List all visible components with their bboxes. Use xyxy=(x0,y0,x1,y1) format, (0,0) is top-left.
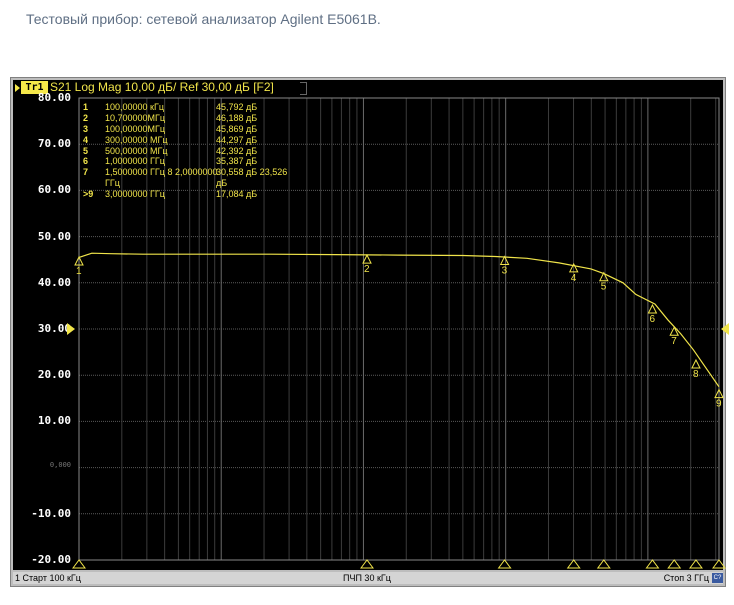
marker-label: 7 xyxy=(671,336,677,347)
marker-label: 2 xyxy=(364,264,370,275)
y-axis-label: -20.00 xyxy=(31,553,71,566)
marker-triangle xyxy=(691,358,701,369)
marker-number: 3 xyxy=(83,123,89,134)
marker-x-indicator xyxy=(72,559,86,569)
marker-x-indicator xyxy=(360,559,374,569)
marker-number: 6 xyxy=(83,156,89,167)
marker-x-indicator xyxy=(497,559,512,569)
marker-value: 44,297 дБ xyxy=(216,134,258,145)
marker-label: 3 xyxy=(502,266,508,277)
marker-frequency: 1,5000000 ГГц 8 2,0000000 xyxy=(105,167,218,178)
marker-number: 5 xyxy=(83,145,89,156)
marker-row[interactable]: 3 100,00000МГц 45,869 дБ xyxy=(83,124,283,135)
marker-frequency: 100,00000 кГц xyxy=(105,102,165,112)
y-axis-label: 70.00 xyxy=(37,137,71,151)
header-bracket xyxy=(300,82,307,95)
marker-triangle xyxy=(647,303,658,314)
marker-x-indicator xyxy=(712,559,726,569)
marker-number: 1 xyxy=(83,102,89,112)
marker-number: 2 xyxy=(83,112,89,123)
marker-row[interactable]: >9 3,0000000 ГГц 17,084 дБ xyxy=(83,189,283,200)
analyzer-screen: Tr1 S21 Log Mag 10,00 дБ/ Ref 30,00 дБ [… xyxy=(13,80,729,570)
marker-row[interactable]: 2 10,700000МГц 46,188 дБ xyxy=(83,113,283,124)
marker-label: 6 xyxy=(649,314,655,325)
marker-number: 7 xyxy=(83,167,89,178)
marker-label: 1 xyxy=(76,266,82,277)
marker-value: 45,869 дБ xyxy=(216,123,258,134)
marker-row[interactable]: 5 500,00000 МГц 42,392 дБ xyxy=(83,146,283,157)
marker-triangle xyxy=(669,326,680,336)
marker-value: 35,387 дБ xyxy=(216,156,258,167)
marker-row[interactable]: 7 1,5000000 ГГц 8 2,0000000 30,558 дБ 23,5… xyxy=(83,167,287,178)
marker-value: 17,084 дБ xyxy=(216,189,258,200)
ref-level-marker-left xyxy=(67,323,75,335)
y-axis-label: 30.00 xyxy=(37,322,71,335)
analyzer-window: Tr1 S21 Log Mag 10,00 дБ/ Ref 30,00 дБ [… xyxy=(10,77,729,587)
marker-table: 1 100,00000 кГц 45,792 дБ 2 10,700000МГц 46,1… xyxy=(83,102,287,200)
marker-frequency: 3,0000000 ГГц xyxy=(105,189,165,200)
marker-frequency: 1,0000000 ГГц xyxy=(105,156,165,167)
marker-x-indicator xyxy=(596,559,611,569)
page-caption: Тестовый прибор: сетевой анализатор Agil… xyxy=(26,11,381,27)
y-axis-label: 60.00 xyxy=(37,183,71,197)
marker-number: 4 xyxy=(83,134,89,145)
marker-number: >9 xyxy=(83,189,94,200)
start-frequency[interactable]: 1 Старт 100 кГц xyxy=(15,572,81,584)
marker-value: 30,558 дБ 23,526 xyxy=(216,167,288,178)
marker-row[interactable]: 4 300,00000 МГц 44,297 дБ xyxy=(83,135,283,146)
marker-frequency: 10,700000МГц xyxy=(105,112,166,123)
cal-status-badge: C? xyxy=(712,573,723,583)
y-axis-label: 0,000 xyxy=(49,460,71,469)
if-bandwidth[interactable]: ПЧП 30 кГц xyxy=(343,572,391,584)
status-bar: 1 Старт 100 кГц ПЧП 30 кГц Стоп 3 ГГц C? xyxy=(13,572,723,584)
marker-frequency: 500,00000 МГц xyxy=(105,145,168,156)
trace-header[interactable]: S21 Log Mag 10,00 дБ/ Ref 30,00 дБ [F2] xyxy=(50,80,274,95)
y-axis-label: -10.00 xyxy=(31,506,71,520)
y-axis-label: 40.00 xyxy=(37,275,71,289)
marker-value: дБ xyxy=(216,178,228,189)
marker-value: 46,188 дБ xyxy=(216,112,258,123)
stop-frequency[interactable]: Стоп 3 ГГц xyxy=(664,572,709,584)
marker-value: 45,792 дБ xyxy=(216,102,258,112)
marker-value: 42,392 дБ xyxy=(216,145,258,156)
trace-line xyxy=(78,252,720,388)
marker-frequency: ГГц xyxy=(105,178,120,189)
marker-frequency: 100,00000МГц xyxy=(105,123,166,134)
y-axis-label: 10.00 xyxy=(37,414,71,428)
marker-frequency: 300,00000 МГц xyxy=(105,134,168,145)
marker-x-indicator xyxy=(688,559,703,569)
marker-label: 9 xyxy=(716,399,722,410)
marker-row[interactable]: ГГц дБ xyxy=(83,178,283,189)
marker-label: 4 xyxy=(571,273,577,284)
y-axis-label: 50.00 xyxy=(37,229,71,243)
marker-x-indicator xyxy=(667,559,682,569)
y-axis-label: 20.00 xyxy=(37,368,71,382)
marker-label: 8 xyxy=(693,369,699,380)
marker-x-indicator xyxy=(566,559,581,569)
marker-row[interactable]: 6 1,0000000 ГГц 35,387 дБ xyxy=(83,156,283,167)
marker-x-indicator xyxy=(645,559,660,569)
y-axis-label: 80.00 xyxy=(37,91,71,104)
marker-row[interactable]: 1 100,00000 кГц 45,792 дБ xyxy=(83,102,283,113)
marker-label: 5 xyxy=(601,282,607,293)
ref-level-marker-right xyxy=(721,323,729,335)
marker-triangle xyxy=(362,254,372,264)
